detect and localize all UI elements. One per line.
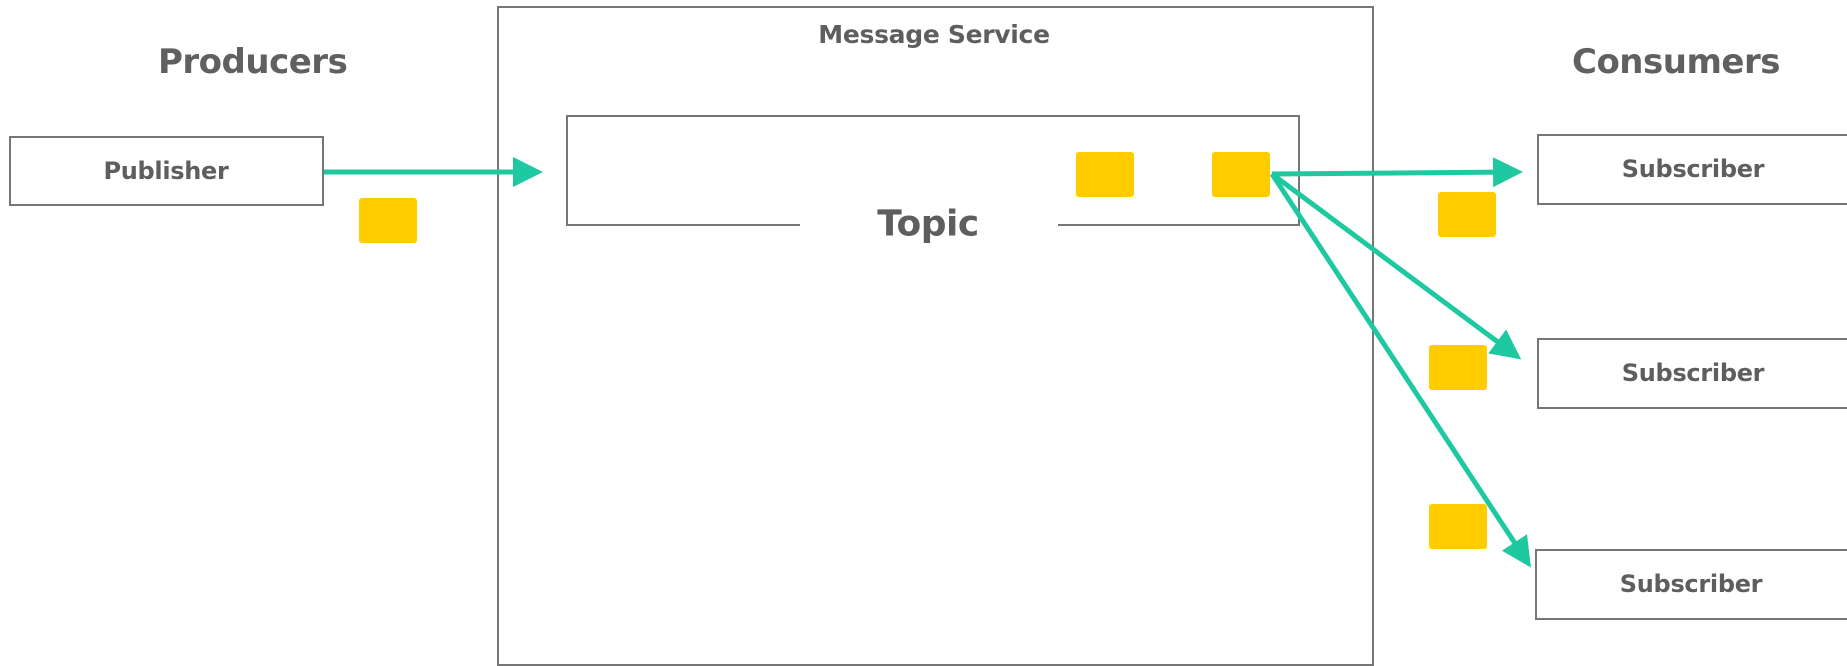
subscriber-label: Subscriber xyxy=(1621,359,1765,387)
message-token xyxy=(1212,152,1270,197)
message-service-title: Message Service xyxy=(818,20,1050,49)
message-token xyxy=(1429,345,1487,390)
publisher-label: Publisher xyxy=(103,157,229,185)
message-token xyxy=(359,198,417,243)
message-service-frame xyxy=(497,6,1374,666)
consumers-heading: Consumers xyxy=(1572,42,1780,82)
subscriber-label: Subscriber xyxy=(1621,155,1765,183)
subscriber-label: Subscriber xyxy=(1619,570,1763,598)
topic-label: Topic xyxy=(877,203,979,245)
message-token xyxy=(1076,152,1134,197)
message-token xyxy=(1438,192,1496,237)
message-token xyxy=(1429,504,1487,549)
producers-heading: Producers xyxy=(158,42,348,82)
